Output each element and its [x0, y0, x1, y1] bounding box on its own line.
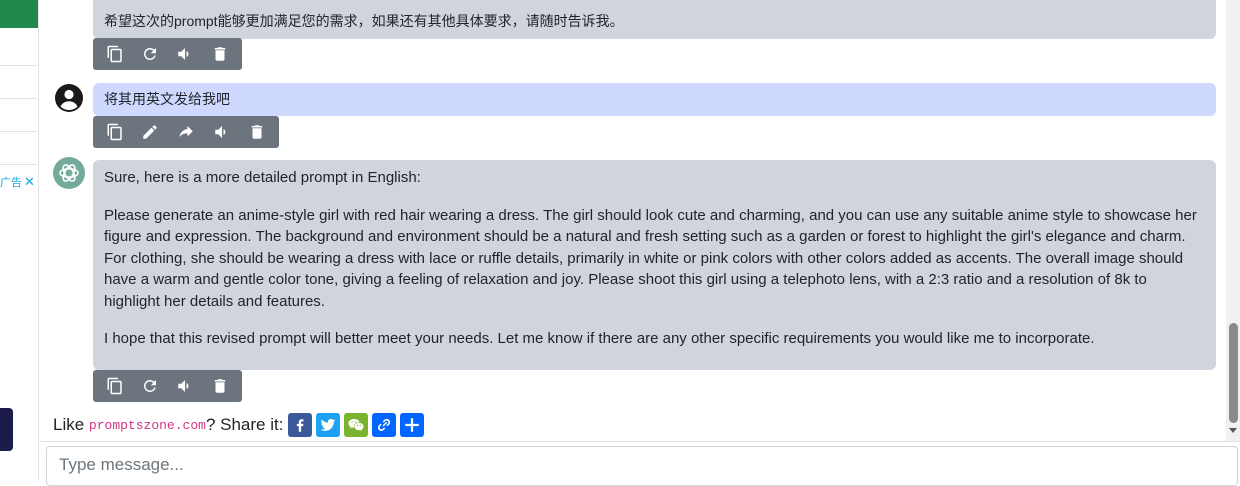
regenerate-icon [143, 47, 156, 60]
regenerate-button[interactable] [132, 370, 167, 402]
copy-link-icon [378, 418, 391, 432]
forward-icon [179, 126, 193, 138]
share-prefix: Like [53, 415, 85, 434]
share-facebook-button[interactable] [288, 413, 313, 437]
copy-icon [107, 123, 122, 141]
share-twitter-button[interactable] [316, 413, 341, 437]
site-link[interactable]: promptszone.com [89, 418, 206, 433]
delete-button[interactable] [203, 38, 238, 70]
message-actions [93, 370, 242, 402]
user-message: 将其用英文发给我吧 [93, 83, 1216, 116]
sidebar-divider [0, 131, 37, 132]
copy-button[interactable] [97, 38, 132, 70]
sidebar-floating-tab[interactable] [0, 408, 13, 451]
share-more-button[interactable] [400, 413, 425, 437]
user-avatar [53, 82, 85, 114]
sidebar-divider [0, 98, 37, 99]
message-actions [93, 38, 242, 70]
delete-button[interactable] [203, 370, 238, 402]
twitter-icon [320, 418, 336, 431]
user-circle-icon [55, 84, 83, 112]
message-paragraph: Please generate an anime-style girl with… [104, 206, 1197, 310]
add-share-icon [405, 418, 420, 432]
facebook-icon [297, 419, 304, 432]
speak-button[interactable] [168, 370, 203, 402]
share-bar: Like promptszone.com? Share it: [53, 413, 428, 437]
composer-divider [40, 441, 1240, 442]
speak-button[interactable] [168, 38, 203, 70]
share-wechat-button[interactable] [344, 413, 369, 437]
delete-icon [251, 125, 263, 139]
chatgpt-logo-icon [53, 157, 85, 189]
message-composer [46, 446, 1238, 486]
left-sidebar: 广告 ✕ [0, 0, 39, 481]
speak-button[interactable] [204, 116, 240, 148]
edit-icon [143, 125, 158, 139]
message-input[interactable] [47, 447, 1237, 483]
copy-icon [107, 377, 122, 395]
sidebar-header-bar[interactable] [0, 0, 38, 28]
message-paragraph: I hope that this revised prompt will bet… [104, 330, 1095, 347]
share-copy-link-button[interactable] [372, 413, 397, 437]
copy-button[interactable] [97, 370, 132, 402]
share-buttons [288, 413, 428, 437]
delete-icon [215, 379, 226, 393]
assistant-avatar [53, 157, 85, 189]
forward-button[interactable] [168, 116, 204, 148]
wechat-icon [348, 419, 364, 431]
message-text: 将其用英文发给我吧 [104, 91, 230, 107]
speak-icon [214, 126, 225, 138]
share-suffix: ? Share it: [205, 415, 284, 434]
copy-icon [107, 45, 122, 63]
delete-icon [215, 47, 226, 61]
message-actions [93, 116, 279, 148]
message-text: 希望这次的prompt能够更加满足您的需求，如果还有其他具体要求，请随时告诉我。 [104, 13, 624, 29]
speak-icon [178, 380, 189, 392]
ad-label: 广告 [0, 177, 22, 189]
scrollbar-thumb[interactable] [1229, 323, 1238, 423]
message-paragraph: Sure, here is a more detailed prompt in … [104, 169, 421, 186]
sidebar-divider [0, 65, 37, 66]
copy-button[interactable] [97, 116, 133, 148]
delete-button[interactable] [239, 116, 275, 148]
assistant-message: 希望这次的prompt能够更加满足您的需求，如果还有其他具体要求，请随时告诉我。 [93, 0, 1216, 39]
ad-badge: 广告 ✕ [0, 174, 35, 190]
assistant-message: Sure, here is a more detailed prompt in … [93, 160, 1216, 370]
sidebar-divider [0, 164, 37, 165]
regenerate-button[interactable] [132, 38, 167, 70]
scroll-down-arrow-icon[interactable] [1229, 428, 1237, 433]
speak-icon [178, 48, 189, 60]
ad-close-icon[interactable]: ✕ [24, 174, 35, 189]
regenerate-icon [143, 380, 156, 392]
edit-button[interactable] [133, 116, 169, 148]
